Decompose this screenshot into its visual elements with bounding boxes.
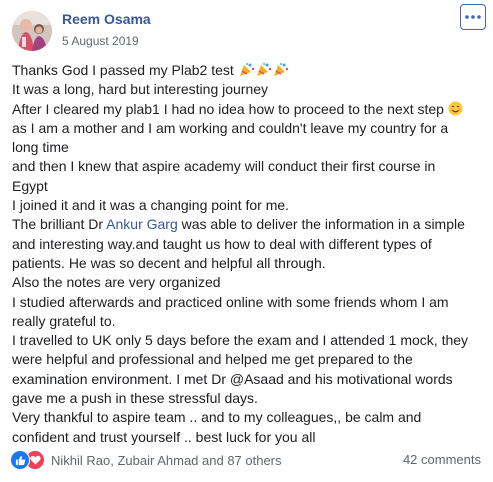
post-text: The brilliant Dr (12, 216, 107, 233)
post-line: and then I knew that aspire academy will… (12, 157, 490, 176)
post-line: really grateful to. (12, 312, 490, 331)
post-text: Egypt (12, 177, 48, 194)
post-line: were helpful and professional and helped… (12, 350, 490, 369)
post-text: confident and trust yourself .. best luc… (12, 428, 316, 445)
post-line: confident and trust yourself .. best luc… (12, 428, 490, 447)
post-line: Very thankful to aspire team .. and to m… (12, 408, 490, 427)
profile-photo (12, 11, 52, 51)
party-popper-icon (238, 62, 255, 82)
post-text: examination environment. I met Dr @Asaad… (12, 370, 453, 387)
post-line: I travelled to UK only 5 days before the… (12, 331, 490, 350)
avatar[interactable] (12, 11, 52, 51)
post-line: patients. He was so decent and helpful a… (12, 254, 490, 273)
post-line: Egypt (12, 177, 490, 196)
post-text: patients. He was so decent and helpful a… (12, 254, 326, 271)
post-line: Thanks God I passed my Plab2 test (12, 61, 490, 80)
post-text: and interesting way.and taught us how to… (12, 235, 432, 252)
party-popper-icon (255, 62, 272, 82)
post-text: was able to deliver the information in a… (177, 216, 465, 233)
post-line: Also the notes are very organized (12, 273, 490, 292)
like-icon (10, 450, 30, 470)
post-footer: Nikhil Rao, Zubair Ahmad and 87 others 4… (10, 450, 483, 470)
post-text: Very thankful to aspire team .. and to m… (12, 409, 422, 426)
post-line: examination environment. I met Dr @Asaad… (12, 370, 490, 389)
post-line: It was a long, hard but interesting jour… (12, 80, 490, 99)
post-line: I joined it and it was a changing point … (12, 196, 490, 215)
post-text: I joined it and it was a changing point … (12, 197, 290, 214)
post-line: long time (12, 138, 490, 157)
post-text: were helpful and professional and helped… (12, 351, 413, 368)
author-name[interactable]: Reem Osama (62, 11, 151, 27)
post-text: Also the notes are very organized (12, 274, 221, 291)
post-text: long time (12, 139, 69, 156)
post-text: really grateful to. (12, 312, 116, 329)
post-text: Thanks God I passed my Plab2 test (12, 62, 234, 78)
post-text: I travelled to UK only 5 days before the… (12, 332, 469, 349)
reaction-names[interactable]: Nikhil Rao, Zubair Ahmad and 87 others (51, 453, 282, 468)
comments-count[interactable]: 42 comments (403, 452, 481, 467)
post-line: After I cleared my plab1 I had no idea h… (12, 100, 490, 119)
party-popper-icon (272, 62, 289, 82)
more-options-button[interactable] (460, 4, 486, 30)
three-dots-icon (465, 15, 481, 19)
post-text: and then I knew that aspire academy will… (12, 158, 436, 175)
post-date[interactable]: 5 August 2019 (62, 34, 139, 48)
reactions-summary[interactable]: Nikhil Rao, Zubair Ahmad and 87 others (10, 450, 282, 470)
post-text: as I am a mother and I am working and co… (12, 119, 449, 136)
post-text: I studied afterwards and practiced onlin… (12, 293, 449, 310)
mention-link[interactable]: Ankur Garg (106, 216, 178, 232)
post-line: and interesting way.and taught us how to… (12, 235, 490, 254)
post-line: The brilliant Dr Ankur Garg was able to … (12, 215, 490, 234)
smiling-face-icon (448, 101, 463, 121)
post-text: gave me a push in these stressful days. (12, 390, 258, 407)
post-line: I studied afterwards and practiced onlin… (12, 293, 490, 312)
post-text: After I cleared my plab1 I had no idea h… (12, 100, 444, 117)
post-line: as I am a mother and I am working and co… (12, 119, 490, 138)
post-text: It was a long, hard but interesting jour… (12, 81, 269, 98)
post-body: Thanks God I passed my Plab2 test It was… (12, 61, 490, 447)
post-line: gave me a push in these stressful days. (12, 389, 490, 408)
post-card: Reem Osama 5 August 2019 Thanks God I pa… (0, 0, 493, 482)
